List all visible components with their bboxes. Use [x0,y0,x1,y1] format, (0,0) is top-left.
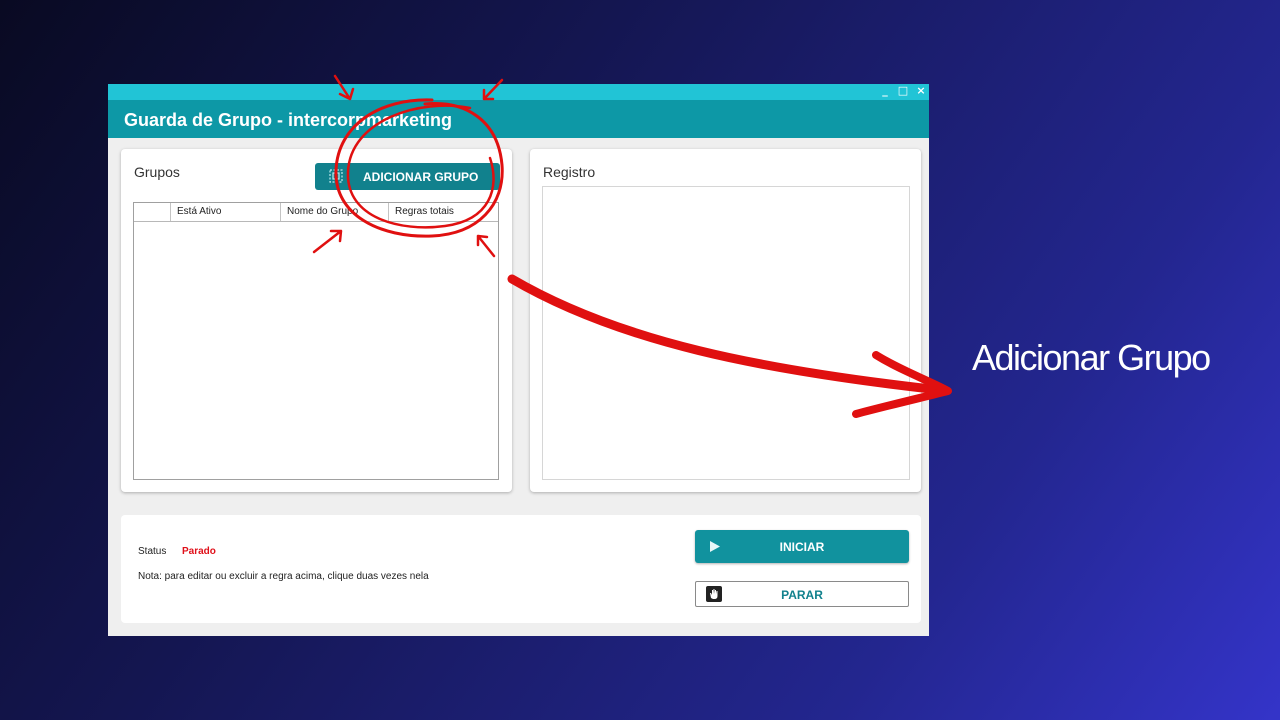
add-group-icon [329,169,343,183]
status-label: Status [138,546,167,557]
column-header-active[interactable]: Está Ativo [171,203,281,221]
status-value: Parado [182,546,216,557]
help-note: Nota: para editar ou excluir a regra aci… [138,571,429,582]
status-panel: Status Parado Nota: para editar ou exclu… [121,515,921,623]
column-header-total-rules[interactable]: Regras totais [389,203,498,221]
app-window: _ □ × Guarda de Grupo - intercorpmarketi… [108,84,929,636]
title-bar: _ □ × Guarda de Grupo - intercorpmarketi… [108,84,929,138]
log-panel-title: Registro [543,164,596,180]
window-controls: _ □ × [879,84,927,98]
callout-label: Adicionar Grupo [972,337,1211,378]
groups-table[interactable]: Está Ativo Nome do Grupo Regras totais [133,202,499,480]
maximize-icon[interactable]: □ [897,84,909,98]
stop-button-label: PARAR [781,588,823,602]
groups-panel-title: Grupos [134,164,180,180]
add-group-button[interactable]: ADICIONAR GRUPO [315,163,500,190]
start-button-label: INICIAR [779,540,825,554]
groups-table-header: Está Ativo Nome do Grupo Regras totais [134,203,498,222]
window-title: Guarda de Grupo - intercorpmarketing [124,110,453,130]
log-textbox[interactable] [542,186,910,480]
column-header-select[interactable] [134,203,171,221]
stop-button[interactable]: PARAR [695,581,909,607]
column-header-group-name[interactable]: Nome do Grupo [281,203,389,221]
start-button[interactable]: INICIAR [695,530,909,563]
add-group-button-label: ADICIONAR GRUPO [363,170,479,184]
close-icon[interactable]: × [915,84,927,98]
minimize-icon[interactable]: _ [879,84,891,98]
groups-panel: Grupos ADICIONAR GRUPO Está Ativo Nome d… [121,149,512,492]
title-bar-strip [108,84,929,100]
log-panel: Registro [530,149,921,492]
